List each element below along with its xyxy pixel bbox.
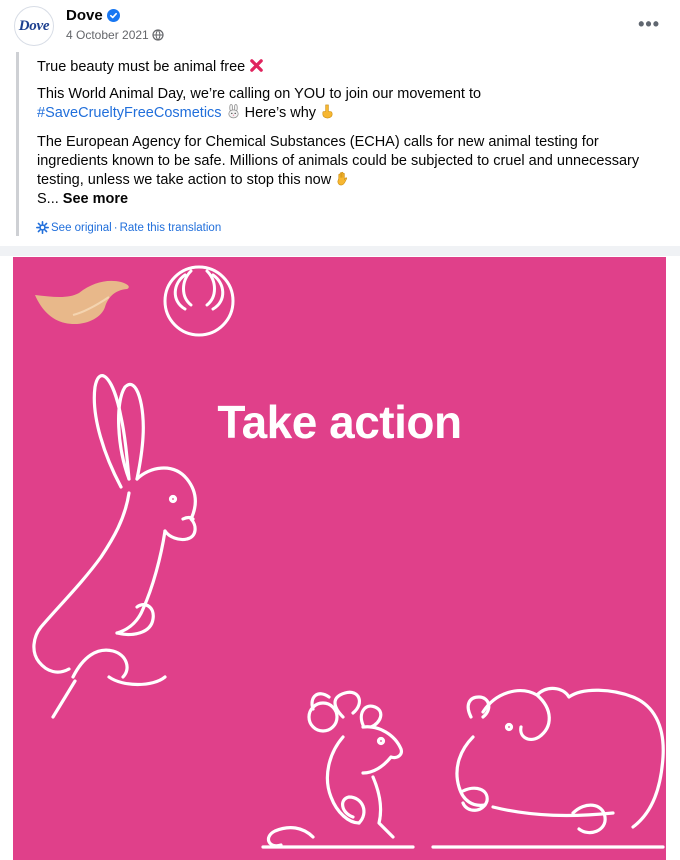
post-line-2: This World Animal Day, we’re calling on … — [37, 85, 657, 123]
facebook-post: Dove Dove 4 October 2021 ••• True beauty… — [0, 0, 680, 860]
translation-bar: See original · Rate this translation — [36, 221, 221, 234]
line2-tail: Here’s why — [244, 105, 317, 121]
line1-text: True beauty must be animal free — [37, 59, 246, 75]
more-options-icon[interactable]: ••• — [638, 14, 660, 35]
cross-mark-icon — [250, 59, 264, 72]
cruelty-free-emblem-icon — [163, 265, 235, 337]
post-header: Dove Dove 4 October 2021 ••• — [14, 6, 674, 46]
hashtag-link[interactable]: #SaveCrueltyFreeCosmetics — [37, 105, 222, 121]
post-date[interactable]: 4 October 2021 — [66, 28, 149, 42]
see-original-link[interactable]: See original — [51, 222, 112, 234]
verified-badge-icon — [107, 9, 120, 22]
dove-avatar[interactable]: Dove — [14, 6, 54, 46]
globe-icon — [152, 29, 164, 41]
see-more-link[interactable]: See more — [63, 191, 128, 207]
truncated-text: S... — [37, 191, 59, 207]
post-meta: 4 October 2021 — [66, 28, 164, 42]
line2-text: This World Animal Day, we’re calling on … — [37, 86, 482, 102]
post-image[interactable]: Take action — [13, 257, 666, 860]
separator: · — [113, 221, 118, 234]
rate-translation-link[interactable]: Rate this translation — [120, 222, 222, 234]
guinea-pig-illustration — [431, 686, 665, 849]
post-line-3: The European Agency for Chemical Substan… — [37, 133, 662, 209]
raised-hand-icon — [337, 171, 348, 186]
post-line-1: True beauty must be animal free — [37, 58, 264, 77]
gear-icon — [36, 221, 49, 234]
page-name[interactable]: Dove — [66, 7, 103, 24]
dove-bird-logo-icon — [35, 280, 129, 325]
dove-logo-text: Dove — [18, 17, 50, 34]
image-illustration — [32, 265, 665, 849]
rabbit-face-icon — [228, 104, 239, 119]
pointing-down-icon — [322, 104, 333, 119]
divider — [0, 246, 680, 256]
image-headline: Take action — [217, 396, 462, 448]
mouse-illustration — [261, 690, 415, 849]
